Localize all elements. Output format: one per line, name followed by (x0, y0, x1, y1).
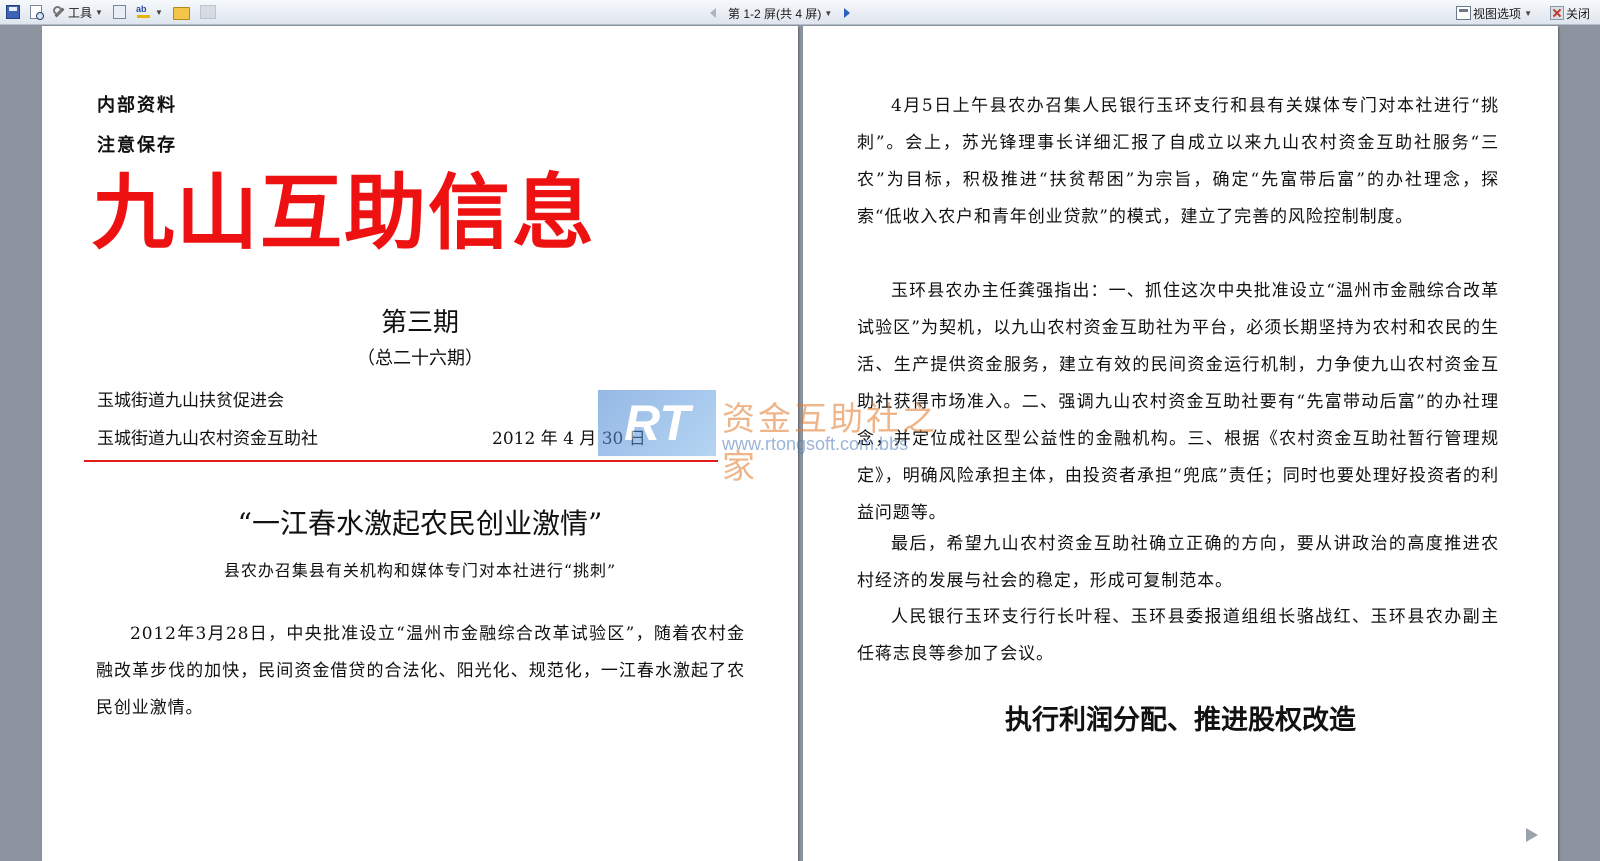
research-button[interactable] (111, 3, 128, 21)
tools-menu-button[interactable]: 工具 ▼ (50, 3, 105, 21)
total-issue-number: （总二十六期） (357, 348, 483, 369)
article-paragraph: 玉环县农办主任龚强指出：一、抓住这次中央批准设立“温州市金融综合改革试验区”为契… (857, 281, 1499, 523)
screen-navigation: 第 1-2 屏(共 4 屏) ▼ (710, 4, 851, 22)
track-changes-button[interactable] (198, 3, 218, 21)
article-paragraph: 4月5日上午县农办召集人民银行玉环支行和县有关媒体专门对本社进行“挑刺”。会上，… (857, 96, 1499, 227)
close-icon (1549, 6, 1564, 20)
spelling-icon: ab (136, 5, 152, 19)
issue-number: 第三期 (380, 308, 459, 338)
article-headline: “一江春水激起农民创业激情” (237, 507, 603, 540)
internal-notice: 内部资料 (97, 95, 177, 116)
article-subheadline: 县农办召集县有关机构和媒体专门对本社进行“挑刺” (223, 561, 617, 580)
chevron-down-icon: ▼ (95, 7, 103, 17)
chevron-down-icon: ▼ (824, 8, 833, 18)
save-button[interactable] (4, 3, 22, 21)
article-paragraph: 最后，希望九山农村资金互助社确立正确的方向，要从讲政治的高度推进农村经济的发展与… (857, 534, 1499, 591)
folder-button[interactable] (171, 3, 192, 21)
toolbar-right-group: 视图选项 ▼ 关闭 (1454, 4, 1592, 22)
close-label: 关闭 (1565, 6, 1590, 21)
screen-indicator-label: 第 1-2 屏(共 4 屏) (728, 6, 822, 21)
chevron-down-icon: ▼ (154, 7, 163, 17)
publisher-org-1: 玉城街道九山扶贫促进会 (97, 391, 284, 411)
article-paragraph: 人民银行玉环支行行长叶程、玉环县委报道组组长骆战红、玉环县农办副主任蒋志良等参加… (857, 607, 1499, 664)
tools-label: 工具 (68, 5, 93, 20)
print-preview-button[interactable] (28, 3, 44, 21)
prev-screen-icon[interactable] (710, 8, 716, 18)
view-options-button[interactable]: 视图选项 ▼ (1454, 4, 1534, 22)
section-heading: 执行利润分配、推进股权改造 (1005, 705, 1356, 736)
chevron-down-icon: ▼ (1524, 8, 1532, 18)
spelling-button[interactable]: ab ▼ (134, 3, 165, 21)
track-changes-icon (199, 5, 216, 19)
toolbar-left-group: 工具 ▼ ab ▼ (4, 3, 218, 21)
research-icon (112, 5, 126, 19)
view-options-label: 视图选项 (1473, 6, 1522, 21)
reading-layout-toolbar: 工具 ▼ ab ▼ 第 1-2 屏(共 4 屏) ▼ 视图选项 ▼ 关闭 (0, 0, 1600, 25)
save-icon (6, 5, 20, 19)
keep-notice: 注意保存 (97, 135, 177, 156)
article-paragraph: 2012年3月28日，中央批准设立“温州市金融综合改革试验区”，随着农村金融改革… (96, 624, 745, 718)
publisher-org-2: 玉城街道九山农村资金互助社 (97, 429, 318, 449)
close-button[interactable]: 关闭 (1548, 4, 1592, 22)
next-page-arrow-icon[interactable] (1526, 828, 1538, 842)
newsletter-masthead: 九山互助信息 (92, 165, 597, 261)
view-options-icon (1456, 6, 1472, 20)
next-screen-icon[interactable] (844, 8, 851, 18)
right-page: 4月5日上午县农办召集人民银行玉环支行和县有关媒体专门对本社进行“挑刺”。会上，… (803, 26, 1558, 861)
header-divider (84, 460, 718, 462)
publication-date: 2012 年 4 月 30 日 (492, 429, 646, 449)
folder-icon (172, 6, 190, 20)
tools-icon (52, 5, 66, 19)
screen-indicator-dropdown[interactable]: 第 1-2 屏(共 4 屏) ▼ (726, 4, 834, 22)
print-preview-icon (30, 5, 44, 20)
left-page: 内部资料 注意保存 九山互助信息 第三期 （总二十六期） 玉城街道九山扶贫促进会… (42, 26, 798, 861)
